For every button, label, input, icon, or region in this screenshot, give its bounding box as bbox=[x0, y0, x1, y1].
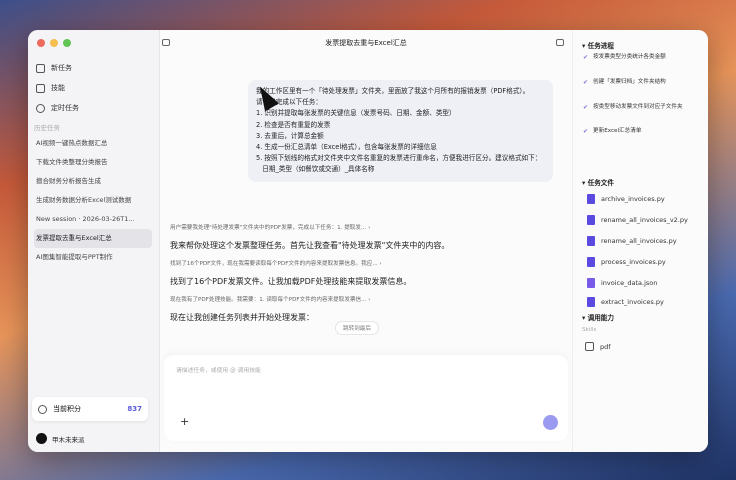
check-icon: ✔ bbox=[583, 79, 589, 86]
assistant-reply: 找到了16个PDF发票文件。让我加载PDF处理技能来提取发票信息。 bbox=[170, 277, 412, 286]
message-line: 日期_类型（如餐饮或交通）_具体名称 bbox=[256, 165, 375, 174]
message-line: 3. 去重后，计算总金额 bbox=[256, 131, 324, 140]
json-file-icon bbox=[587, 278, 595, 288]
file-item[interactable]: archive_invoices.py bbox=[587, 194, 665, 204]
python-file-icon bbox=[587, 215, 595, 225]
check-icon: ✔ bbox=[583, 54, 589, 61]
section-title: 任务文件 bbox=[587, 179, 614, 187]
file-item[interactable]: process_invoices.py bbox=[587, 257, 666, 267]
step-item: ✔ 创建「发票归档」文件夹结构 bbox=[583, 78, 695, 87]
progress-header[interactable]: ▾ 任务进程 bbox=[582, 40, 614, 50]
python-file-icon bbox=[587, 236, 595, 246]
user-profile[interactable]: 甲木未来派 bbox=[36, 433, 85, 444]
chat-input-box[interactable]: 请描述任务，或使用 @ 调用技能 + bbox=[164, 355, 568, 441]
jump-to-latest-button[interactable]: 跳转到最后 bbox=[335, 321, 379, 335]
thought-collapsed[interactable]: 现在我有了PDF处理技能。我需要：1. 读取每个PDF文件的内容来提取发票信..… bbox=[170, 293, 560, 307]
skill-icon bbox=[585, 342, 594, 351]
step-label: 更新Excel汇总清单 bbox=[593, 128, 642, 134]
new-task-icon bbox=[36, 63, 45, 73]
skill-name: pdf bbox=[600, 342, 611, 351]
section-title: 调用能力 bbox=[587, 314, 614, 322]
python-file-icon bbox=[587, 257, 595, 267]
message-line: 我的工作区里有一个「待处理发票」文件夹，里面放了我这个月所有的报销发票（PDF格… bbox=[256, 87, 530, 95]
file-name: archive_invoices.py bbox=[601, 195, 665, 203]
user-message: 我的工作区里有一个「待处理发票」文件夹，里面放了我这个月所有的报销发票（PDF格… bbox=[248, 80, 553, 182]
files-header[interactable]: ▾ 任务文件 bbox=[582, 177, 614, 187]
user-name: 甲木未来派 bbox=[52, 435, 85, 444]
message-line: 5. 按照下划线的格式对文件夹中文件名重复的发票进行重命名，方便我进行区分。建议… bbox=[256, 154, 542, 163]
step-label: 按发票类型分类统计各类金额 bbox=[593, 54, 666, 60]
step-label: 创建「发票归档」文件夹结构 bbox=[593, 79, 666, 85]
nav-scheduled[interactable]: 定时任务 bbox=[36, 98, 154, 118]
file-name: invoice_data.json bbox=[601, 279, 658, 287]
nav-new-task[interactable]: 新任务 bbox=[36, 58, 154, 78]
history-item-active[interactable]: 发票提取去重与Excel汇总 bbox=[34, 229, 152, 248]
history-item[interactable]: 生成财务数据分析Excel测试数据 bbox=[34, 191, 152, 210]
score-value: 837 bbox=[127, 405, 142, 413]
nav-label: 技能 bbox=[51, 84, 65, 92]
file-item[interactable]: rename_all_invoices_v2.py bbox=[587, 215, 688, 225]
section-title: 任务进程 bbox=[587, 42, 614, 50]
history-item[interactable]: AI视频一键热点数据汇总 bbox=[34, 134, 152, 153]
step-item: ✔ 按类型移动发票文件到对应子文件夹 bbox=[583, 103, 695, 112]
skills-icon bbox=[36, 83, 45, 93]
file-name: extract_invoices.py bbox=[601, 298, 664, 306]
skill-item[interactable]: pdf bbox=[585, 342, 611, 351]
check-icon: ✔ bbox=[583, 128, 589, 135]
python-file-icon bbox=[587, 297, 595, 307]
toggle-panel-icon[interactable] bbox=[556, 39, 564, 46]
check-icon: ✔ bbox=[583, 104, 589, 111]
history-item[interactable]: AI图集智能提取与PPT制作 bbox=[34, 248, 152, 267]
thought-collapsed[interactable]: 找到了16个PDF文件，现在我需要读取每个PDF文件的内容来提取发票信息。我应.… bbox=[170, 257, 560, 271]
score-label: 当前积分 bbox=[53, 405, 81, 413]
sidebar: 新任务 技能 定时任务 历史任务 AI视频一键热点数据汇总 下载文件类整理分类报… bbox=[28, 30, 160, 452]
task-panel: ▾ 任务进程 ✔ 按发票类型分类统计各类金额 ✔ 创建「发票归档」文件夹结构 ✔ 按类… bbox=[572, 30, 708, 452]
alarm-icon bbox=[36, 103, 45, 113]
chat-area: 发票提取去重与Excel汇总 我的工作区里有一个「待处理发票」文件夹，里面放了我… bbox=[160, 30, 572, 452]
nav-skills[interactable]: 技能 bbox=[36, 78, 154, 98]
step-label: 按类型移动发票文件到对应子文件夹 bbox=[593, 104, 683, 110]
message-line: 1. 识别并提取每张发票的关键信息（发票号码、日期、金额、类型） bbox=[256, 109, 456, 118]
nav-label: 定时任务 bbox=[51, 104, 79, 112]
close-button[interactable] bbox=[37, 39, 45, 47]
skills-label: Skills bbox=[582, 327, 597, 333]
avatar bbox=[36, 433, 47, 444]
thought-collapsed[interactable]: 用户需要我处理"待处理发票"文件夹中的PDF发票，完成以下任务：1. 提取发..… bbox=[170, 221, 560, 235]
page-title: 发票提取去重与Excel汇总 bbox=[325, 39, 407, 47]
coin-icon bbox=[38, 404, 47, 414]
history-item[interactable]: 擅合财务分析报告生成 bbox=[34, 172, 152, 191]
assistant-reply: 我来帮你处理这个发票整理任务。首先让我查看"待处理发票"文件夹中的内容。 bbox=[170, 241, 450, 250]
nav-label: 新任务 bbox=[51, 64, 72, 72]
add-attachment-icon[interactable]: + bbox=[180, 415, 189, 428]
history-label: 历史任务 bbox=[34, 124, 60, 132]
score-card[interactable]: 当前积分 837 bbox=[32, 397, 148, 421]
abilities-header[interactable]: ▾ 调用能力 bbox=[582, 312, 614, 322]
python-file-icon bbox=[587, 194, 595, 204]
history-item[interactable]: New session · 2026-03-26T1... bbox=[34, 210, 152, 229]
app-window: 新任务 技能 定时任务 历史任务 AI视频一键热点数据汇总 下载文件类整理分类报… bbox=[28, 30, 708, 452]
maximize-button[interactable] bbox=[63, 39, 71, 47]
file-item[interactable]: rename_all_invoices.py bbox=[587, 236, 677, 246]
file-name: process_invoices.py bbox=[601, 258, 666, 266]
history-item[interactable]: 下载文件类整理分类报告 bbox=[34, 153, 152, 172]
step-item: ✔ 更新Excel汇总清单 bbox=[583, 127, 695, 136]
file-name: rename_all_invoices_v2.py bbox=[601, 216, 688, 224]
message-line: 2. 检查是否有重复的发票 bbox=[256, 120, 331, 129]
step-item: ✔ 按发票类型分类统计各类金额 bbox=[583, 53, 695, 62]
message-line: 4. 生成一份汇总清单（Excel格式），包含每张发票的详细信息 bbox=[256, 143, 437, 152]
file-item[interactable]: invoice_data.json bbox=[587, 278, 657, 288]
chat-input-placeholder[interactable]: 请描述任务，或使用 @ 调用技能 bbox=[176, 365, 261, 374]
file-name: rename_all_invoices.py bbox=[601, 237, 677, 245]
minimize-button[interactable] bbox=[50, 39, 58, 47]
file-item[interactable]: extract_invoices.py bbox=[587, 297, 664, 307]
send-button[interactable] bbox=[543, 415, 558, 430]
message-line: 请帮我完成以下任务： bbox=[256, 98, 322, 107]
window-controls bbox=[37, 39, 71, 47]
